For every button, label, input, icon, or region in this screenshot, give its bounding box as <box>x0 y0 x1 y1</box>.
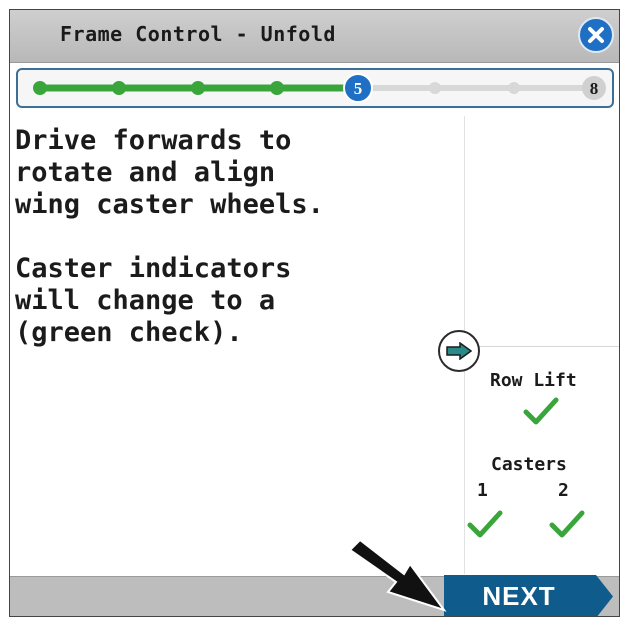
total-step-number: 8 <box>590 79 599 98</box>
row-lift-check-icon <box>523 397 559 425</box>
current-step-number: 5 <box>354 79 363 98</box>
instruction-paragraph-2: Caster indicators will change to a (gree… <box>15 253 292 348</box>
next-button-label: NEXT <box>482 581 556 611</box>
casters-label: Casters <box>491 454 567 475</box>
next-button[interactable]: NEXT <box>444 575 614 616</box>
status-panel-upper <box>465 116 619 347</box>
row-lift-label: Row Lift <box>490 370 577 391</box>
close-icon <box>588 27 604 43</box>
panel-toggle-button[interactable] <box>438 330 480 372</box>
step-dot-2 <box>112 81 126 95</box>
step-progress-bar: 5 8 <box>16 68 614 108</box>
caster-2-label: 2 <box>558 480 569 501</box>
progress-track: 5 8 <box>33 73 606 103</box>
pointer-arrow-icon <box>348 538 447 612</box>
arrow-right-icon <box>446 342 472 360</box>
dialog-title: Frame Control - Unfold <box>60 22 336 46</box>
caster-1-check-icon <box>467 510 503 538</box>
dialog-header: Frame Control - Unfold <box>10 10 619 63</box>
step-dot-4 <box>270 81 284 95</box>
step-dot-7 <box>508 82 520 94</box>
step-dot-6 <box>429 82 441 94</box>
caster-1-label: 1 <box>477 480 488 501</box>
close-button[interactable] <box>578 17 614 53</box>
frame-control-dialog: Frame Control - Unfold 5 8 Drive forward… <box>9 9 620 617</box>
status-panel: Row Lift Casters 1 2 <box>464 116 619 574</box>
instruction-text: Drive forwards to rotate and align wing … <box>15 125 460 381</box>
instruction-paragraph-1: Drive forwards to rotate and align wing … <box>15 125 324 220</box>
step-dot-1 <box>33 81 47 95</box>
step-dot-3 <box>191 81 205 95</box>
caster-2-check-icon <box>549 510 585 538</box>
